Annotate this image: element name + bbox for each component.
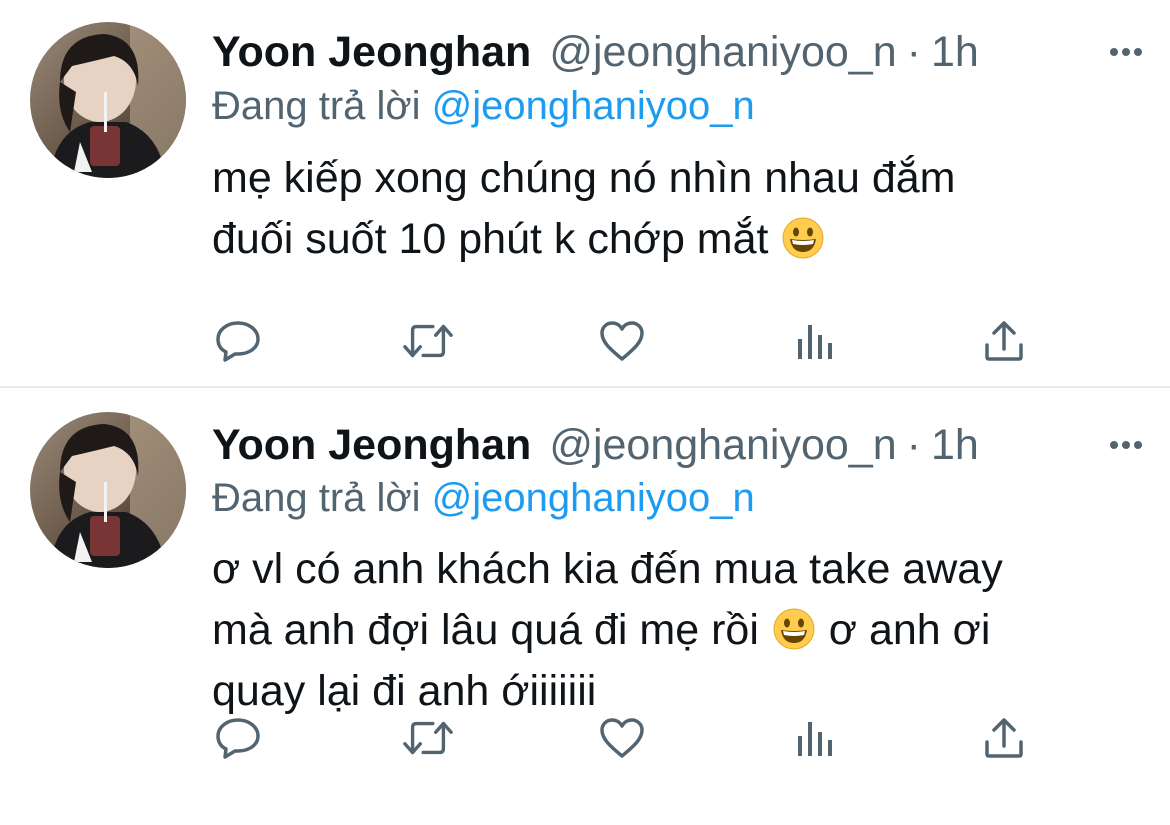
replying-prefix: Đang trả lời	[212, 84, 421, 128]
tweet-text-line: mà anh đợi lâu quá đi mẹ rồi ơ anh ơi	[212, 606, 991, 654]
tweet-text-line: ơ vl có anh khách kia đến mua take away	[212, 545, 1003, 593]
heart-icon[interactable]	[596, 315, 648, 367]
share-icon[interactable]	[978, 712, 1030, 764]
tweet-text: mẹ kiếp xong chúng nó nhìn nhau đắm đuối…	[212, 148, 1142, 270]
tweet-text-line: mẹ kiếp xong chúng nó nhìn nhau đắm	[212, 154, 956, 202]
tweet-2[interactable]: Yoon Jeonghan @jeonghaniyoo_n · 1h Đang …	[0, 388, 1170, 825]
reply-bubble-icon[interactable]	[212, 315, 264, 367]
tweet-actions	[212, 712, 1052, 764]
display-name[interactable]: Yoon Jeonghan	[212, 24, 531, 80]
tweet-text: ơ vl có anh khách kia đến mua take away …	[212, 539, 1142, 722]
display-name[interactable]: Yoon Jeonghan	[212, 417, 531, 473]
avatar[interactable]	[30, 412, 186, 568]
user-handle[interactable]: @jeonghaniyoo_n	[549, 417, 896, 473]
replying-to: Đang trả lời @jeonghaniyoo_n	[212, 80, 755, 132]
reply-bubble-icon[interactable]	[212, 712, 264, 764]
analytics-bars-icon[interactable]	[788, 712, 840, 764]
heart-icon[interactable]	[596, 712, 648, 764]
user-handle[interactable]: @jeonghaniyoo_n	[549, 24, 896, 80]
tweet-header: Yoon Jeonghan @jeonghaniyoo_n · 1h	[212, 417, 1146, 473]
tweet-text-line: đuối suốt 10 phút k chớp mắt	[212, 209, 1142, 270]
replying-to: Đang trả lời @jeonghaniyoo_n	[212, 472, 755, 524]
separator-dot: ·	[906, 421, 921, 469]
avatar[interactable]	[30, 22, 186, 178]
grinning-face-emoji	[773, 608, 815, 650]
tweet-actions	[212, 315, 1052, 367]
timestamp[interactable]: 1h	[931, 24, 979, 80]
replying-prefix: Đang trả lời	[212, 476, 421, 520]
grinning-face-emoji	[782, 217, 824, 259]
retweet-icon[interactable]	[402, 712, 454, 764]
analytics-bars-icon[interactable]	[788, 315, 840, 367]
timestamp[interactable]: 1h	[931, 417, 979, 473]
more-dots-icon[interactable]	[1106, 417, 1146, 473]
separator-dot: ·	[906, 28, 921, 76]
more-dots-icon[interactable]	[1106, 24, 1146, 80]
share-icon[interactable]	[978, 315, 1030, 367]
replying-mention-link[interactable]: @jeonghaniyoo_n	[432, 476, 755, 520]
tweet-1[interactable]: Yoon Jeonghan @jeonghaniyoo_n · 1h Đang …	[0, 0, 1170, 388]
retweet-icon[interactable]	[402, 315, 454, 367]
tweet-header: Yoon Jeonghan @jeonghaniyoo_n · 1h	[212, 24, 1146, 80]
replying-mention-link[interactable]: @jeonghaniyoo_n	[432, 84, 755, 128]
